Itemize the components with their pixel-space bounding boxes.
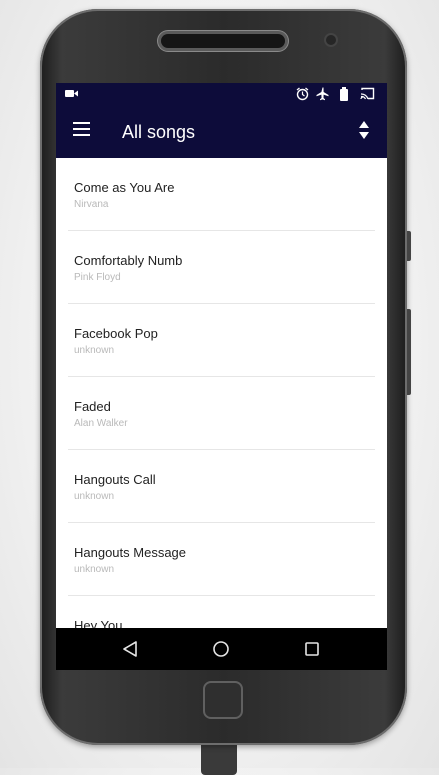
page-title: All songs (122, 122, 196, 142)
power-button (407, 309, 411, 395)
recents-icon[interactable] (282, 628, 342, 670)
song-item[interactable]: Come as You Are Nirvana (56, 158, 387, 231)
home-button[interactable] (203, 681, 243, 719)
battery-icon (340, 87, 348, 101)
song-list: Come as You Are Nirvana Comfortably Numb… (56, 158, 387, 628)
volume-button (407, 231, 411, 261)
song-title: Come as You Are (74, 180, 175, 195)
song-title: Faded (74, 399, 111, 414)
alarm-icon (296, 87, 309, 101)
menu-icon[interactable] (73, 122, 90, 136)
song-artist: Nirvana (74, 199, 109, 210)
song-item[interactable]: Hangouts Message unknown (56, 523, 387, 596)
song-artist: Alan Walker (74, 418, 128, 429)
song-artist: Pink Floyd (74, 272, 121, 283)
home-icon[interactable] (191, 628, 251, 670)
status-bar (56, 83, 387, 106)
song-title: Hey You (74, 618, 123, 628)
phone-screen: All songs Come as You Are Nirvana Comfor… (56, 83, 387, 670)
song-title: Comfortably Numb (74, 253, 183, 268)
front-camera (326, 35, 336, 45)
song-item[interactable]: Hey You (56, 596, 387, 628)
navigation-bar (56, 628, 387, 670)
song-item[interactable]: Facebook Pop unknown (56, 304, 387, 377)
video-camera-icon (65, 90, 78, 97)
song-artist: unknown (74, 564, 115, 575)
phone-frame: All songs Come as You Are Nirvana Comfor… (40, 9, 411, 745)
app-toolbar: All songs (56, 106, 387, 158)
cast-icon (360, 87, 375, 100)
earpiece-speaker (161, 34, 285, 48)
song-artist: unknown (74, 345, 115, 356)
song-item[interactable]: Faded Alan Walker (56, 377, 387, 450)
song-item[interactable]: Hangouts Call unknown (56, 450, 387, 523)
back-icon[interactable] (100, 628, 160, 670)
airplane-icon (316, 87, 329, 101)
sort-icon[interactable] (358, 120, 370, 140)
song-item[interactable]: Comfortably Numb Pink Floyd (56, 231, 387, 304)
song-title: Facebook Pop (74, 326, 158, 341)
song-title: Hangouts Message (74, 545, 187, 560)
song-title: Hangouts Call (74, 472, 156, 487)
song-artist: unknown (74, 491, 115, 502)
